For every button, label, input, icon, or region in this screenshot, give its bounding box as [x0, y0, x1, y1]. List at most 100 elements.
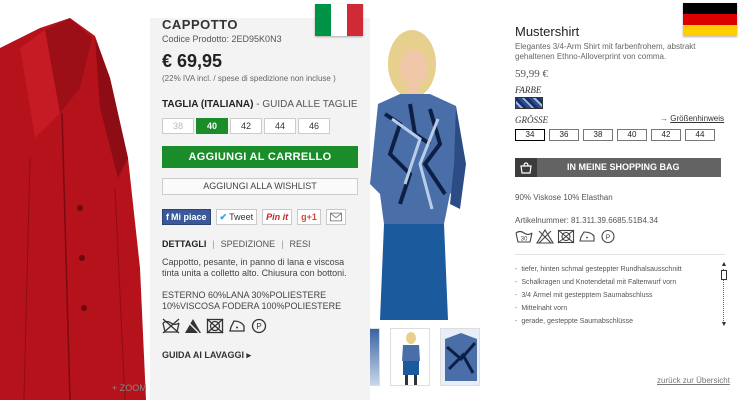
feature-scrollbar[interactable]: ▲ ▼ — [720, 261, 728, 328]
info-tabs: DETTAGLI | SPEDIZIONE | RESI — [162, 239, 311, 249]
care-symbols: 30 P — [515, 229, 617, 244]
size-option[interactable]: 46 — [298, 118, 330, 134]
material-info: 90% Viskose 10% Elasthan — [515, 193, 613, 202]
product-composition: ESTERNO 60%LANA 30%POLIESTERE 10%VISCOSA… — [162, 290, 342, 311]
feature-item: 3/4 Ärmel mit gestepptem Saumabschluss — [515, 289, 705, 302]
vat-note: (22% IVA incl. / spese di spedizione non… — [162, 74, 336, 83]
shopping-bag-icon — [515, 158, 537, 177]
thumbnail-model-illustration — [402, 332, 420, 385]
size-label: GRÖSSE — [515, 115, 548, 125]
google-plus-button[interactable]: g+1 — [297, 209, 321, 225]
size-option: 38 — [162, 118, 194, 134]
german-product-panel: Mustershirt Elegantes 3/4-Arm Shirt mit … — [370, 0, 740, 400]
red-coat-illustration — [0, 18, 146, 400]
thumbnail-image[interactable] — [440, 328, 480, 386]
zoom-link[interactable]: + ZOOM — [112, 383, 147, 393]
size-option[interactable]: 36 — [549, 129, 579, 141]
tab-returns[interactable]: RESI — [290, 239, 311, 249]
feature-item: gerade, gesteppte Saumabschlüsse — [515, 315, 705, 328]
thumbnail-image[interactable] — [390, 328, 430, 386]
no-bleach-icon — [536, 229, 554, 244]
model-product-image[interactable] — [370, 24, 497, 320]
product-title: CAPPOTTO — [162, 17, 238, 32]
italian-product-panel: + ZOOM CAPPOTTO Codice Prodotto: 2ED95K0… — [0, 0, 370, 400]
chevron-right-icon: ▸ — [246, 350, 252, 360]
size-guide-label: Größenhinweis — [670, 114, 725, 123]
pinterest-label: Pin it — [266, 212, 289, 222]
iron-low-icon — [579, 231, 595, 242]
size-guide-link[interactable]: - GUIDA ALLE TAGLIE — [253, 99, 357, 110]
arrow-right-icon: → — [660, 114, 668, 123]
tab-shipping[interactable]: SPEDIZIONE — [221, 239, 276, 249]
add-to-bag-button[interactable]: IN MEINE SHOPPING BAG — [515, 158, 721, 177]
envelope-icon — [329, 212, 342, 222]
size-label-text: TAGLIA (ITALIANA) — [162, 99, 254, 110]
size-option[interactable]: 40 — [617, 129, 647, 141]
scroll-thumb[interactable] — [721, 270, 727, 280]
color-label: FARBE — [515, 85, 542, 95]
feature-item: Mittelnaht vorn — [515, 302, 705, 315]
model-illustration — [370, 24, 497, 320]
no-tumble-dry-icon — [557, 229, 575, 244]
no-wash-icon — [162, 318, 180, 334]
back-to-overview-link[interactable]: zurück zur Übersicht — [657, 376, 730, 385]
scroll-up-icon[interactable]: ▲ — [720, 261, 728, 268]
scroll-down-icon[interactable]: ▼ — [720, 321, 728, 328]
feature-item: Schalkragen und Knotendetail mit Faltenw… — [515, 276, 705, 289]
twitter-bird-icon: ✔ — [219, 212, 228, 222]
coat-product-image[interactable] — [0, 18, 150, 400]
tweet-button[interactable]: ✔ Tweet — [215, 209, 258, 225]
add-to-cart-button[interactable]: AGGIUNGI AL CARRELLO — [162, 146, 358, 168]
size-option[interactable]: 42 — [230, 118, 262, 134]
care-symbols: P — [162, 318, 268, 334]
product-price: 59,99 € — [515, 68, 548, 80]
size-option-selected[interactable]: 34 — [515, 129, 545, 141]
facebook-like-label: Mi piace — [171, 212, 207, 222]
svg-text:30: 30 — [521, 237, 528, 243]
dry-clean-p-icon: P — [601, 229, 615, 244]
care-guide-label: GUIDA AI LAVAGGI — [162, 350, 244, 360]
size-selector: 34 36 38 40 42 44 — [515, 129, 719, 141]
add-to-wishlist-button[interactable]: AGGIUNGI ALLA WISHLIST — [162, 178, 358, 195]
product-title: Mustershirt — [515, 24, 580, 39]
product-description: Cappotto, pesante, in panno di lana e vi… — [162, 257, 347, 278]
dry-clean-p-icon: P — [251, 318, 267, 334]
size-option[interactable]: 42 — [651, 129, 681, 141]
no-bleach-icon — [185, 319, 201, 334]
care-guide-link[interactable]: GUIDA AI LAVAGGI ▸ — [162, 350, 251, 361]
tab-separator: | — [212, 239, 215, 249]
wash-30-icon: 30 — [515, 230, 533, 243]
tab-separator: | — [281, 239, 284, 249]
social-buttons: f Mi piace ✔ Tweet Pin it g+1 — [162, 209, 351, 225]
thumbnail-strip — [370, 328, 480, 386]
facebook-like-button[interactable]: f Mi piace — [162, 209, 211, 225]
pinterest-button[interactable]: Pin it — [262, 209, 293, 225]
feature-item: tiefer, hinten schmal gesteppter Rundhal… — [515, 263, 705, 276]
google-plus-label: g+1 — [301, 212, 317, 222]
add-to-bag-label: IN MEINE SHOPPING BAG — [567, 162, 680, 172]
italy-flag-icon — [315, 4, 363, 36]
tweet-label: Tweet — [229, 212, 254, 222]
feature-list: tiefer, hinten schmal gesteppter Rundhal… — [515, 263, 705, 328]
size-guide-link[interactable]: → Größenhinweis — [660, 114, 724, 123]
iron-low-icon — [229, 320, 245, 332]
size-option-selected[interactable]: 40 — [196, 118, 228, 134]
tab-details[interactable]: DETTAGLI — [162, 239, 206, 249]
product-price: € 69,95 — [162, 51, 223, 71]
divider — [515, 254, 725, 255]
size-option[interactable]: 44 — [264, 118, 296, 134]
no-tumble-dry-icon — [206, 318, 224, 334]
thumbnail-image[interactable] — [370, 328, 380, 386]
size-option[interactable]: 44 — [685, 129, 715, 141]
svg-text:P: P — [606, 235, 611, 242]
facebook-icon: f — [166, 212, 169, 222]
thumbnail-pattern-illustration — [441, 329, 479, 385]
email-share-button[interactable] — [325, 209, 346, 225]
product-description: Elegantes 3/4-Arm Shirt mit farbenfrohem… — [515, 42, 696, 61]
size-selector: 38 40 42 44 46 — [162, 118, 332, 134]
germany-flag-icon — [683, 3, 737, 36]
svg-text:P: P — [256, 322, 261, 331]
article-number: Artikelnummer: 81.311.39.6685.51B4.34 — [515, 216, 659, 225]
size-option[interactable]: 38 — [583, 129, 613, 141]
color-swatch[interactable] — [515, 97, 543, 109]
